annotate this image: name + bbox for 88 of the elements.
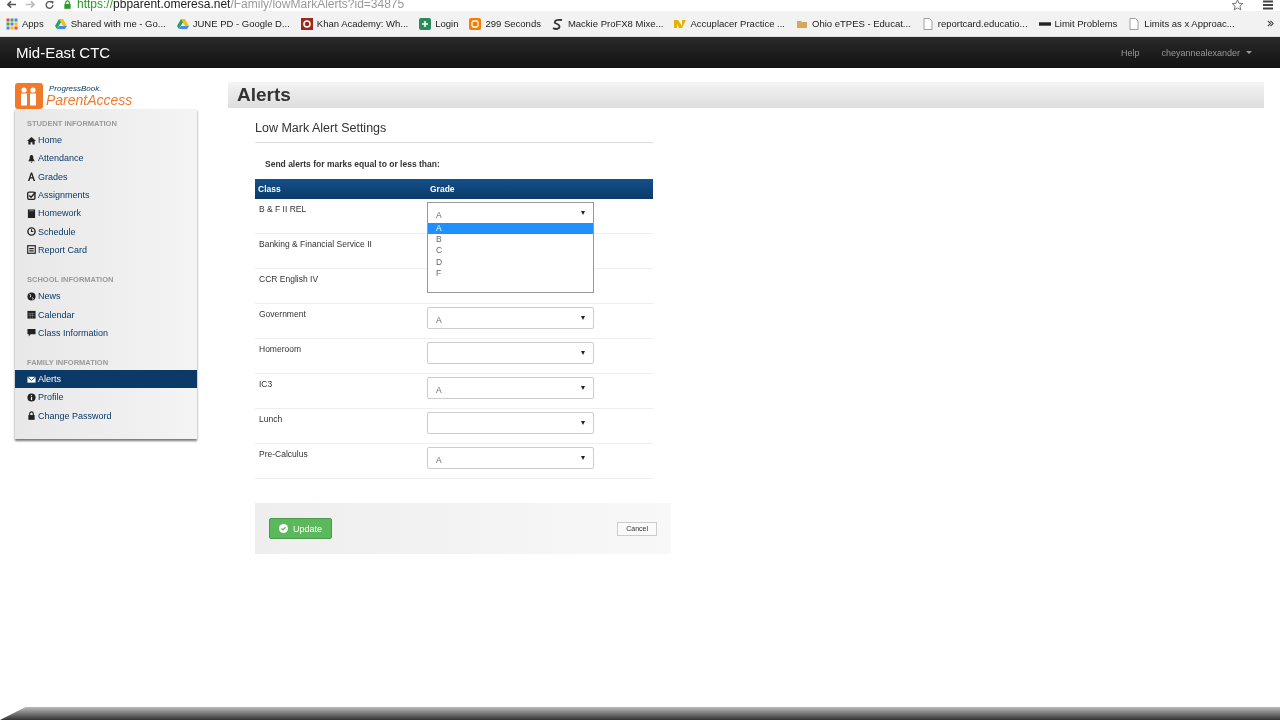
table-cell-text: Lunch bbox=[258, 413, 284, 426]
dropdown-arrow-icon bbox=[581, 456, 585, 460]
help-link[interactable]: Help bbox=[1120, 47, 1140, 58]
page-title: Alerts bbox=[237, 84, 291, 106]
sidebar-item[interactable]: Profile bbox=[15, 388, 197, 407]
dropdown-arrow-icon bbox=[581, 211, 585, 215]
speech-bubble-icon bbox=[27, 328, 36, 338]
calendar-icon bbox=[27, 310, 36, 319]
sidebar-item[interactable]: Home bbox=[15, 131, 197, 150]
info-icon bbox=[27, 392, 36, 402]
instructions: Send alerts for marks equal to or less than: bbox=[264, 158, 441, 171]
font-icon bbox=[27, 172, 36, 182]
table-cell-text: Government bbox=[258, 308, 307, 321]
sidebar-item[interactable]: Class Information bbox=[15, 323, 197, 342]
lock-icon bbox=[27, 411, 36, 421]
book-icon bbox=[27, 208, 36, 218]
envelope-icon bbox=[27, 374, 36, 384]
sidebar-item[interactable]: Grades bbox=[15, 167, 197, 186]
sidebar-item[interactable]: Assignments bbox=[15, 185, 197, 205]
table-cell-text: Homeroom bbox=[258, 343, 303, 356]
back-icon[interactable] bbox=[6, 0, 17, 9]
logo-subtitle: ProgressBook. bbox=[49, 84, 103, 93]
dropdown-arrow-icon bbox=[581, 421, 585, 425]
sidebar-item[interactable]: Change Password bbox=[15, 406, 197, 425]
dropdown-arrow-icon bbox=[581, 316, 585, 320]
bookmark[interactable]: reportcard.educatio... bbox=[921, 17, 1028, 30]
grade-select[interactable]: A bbox=[427, 307, 594, 329]
table-cell-text: B & F II REL bbox=[258, 203, 308, 216]
sidebar-item[interactable]: Alerts bbox=[15, 369, 197, 389]
page-icon bbox=[921, 17, 934, 30]
dropdown-arrow-icon bbox=[581, 386, 585, 390]
clock-icon bbox=[27, 227, 36, 237]
bookmark[interactable]: 299 Seconds bbox=[469, 17, 541, 30]
checkbox-icon bbox=[27, 190, 36, 200]
sidebar-item[interactable]: Calendar bbox=[15, 305, 197, 324]
bookmark[interactable]: Shared with me - Go... bbox=[54, 17, 166, 30]
bookmark-favicon bbox=[300, 17, 313, 30]
table-cell-text: CCR English IV bbox=[258, 273, 320, 286]
section-title: Low Mark Alert Settings bbox=[255, 108, 653, 143]
table-cell-text: IC3 bbox=[258, 378, 274, 391]
column-header: Class bbox=[257, 184, 282, 194]
bookmark[interactable]: Khan Academy: Wh... bbox=[300, 17, 409, 30]
globe-icon bbox=[27, 291, 36, 301]
dropdown-arrow-icon bbox=[581, 351, 585, 355]
bookmark[interactable]: Ohio eTPES - Educat... bbox=[796, 17, 911, 30]
home-icon bbox=[27, 135, 36, 145]
apps-grid-icon bbox=[6, 17, 18, 30]
bookmark[interactable]: JUNE PD - Google D... bbox=[176, 17, 290, 30]
more-bookmarks-icon[interactable] bbox=[1267, 20, 1274, 27]
dropdown-option[interactable]: F bbox=[428, 267, 593, 279]
blog-icon bbox=[469, 17, 482, 30]
page-icon bbox=[1128, 17, 1141, 30]
sidebar-item[interactable]: Report Card bbox=[15, 240, 197, 260]
site-title[interactable]: Mid-East CTC bbox=[16, 44, 111, 61]
grade-select[interactable]: A bbox=[427, 377, 594, 399]
check-circle-icon bbox=[279, 524, 288, 533]
drive-icon bbox=[54, 17, 67, 30]
dropdown-option[interactable]: C bbox=[428, 245, 593, 257]
sidebar-item[interactable]: Attendance bbox=[15, 149, 197, 168]
bookmark[interactable]: Limits as x Approac... bbox=[1128, 17, 1235, 30]
list-icon bbox=[27, 245, 36, 255]
grade-select[interactable]: A bbox=[427, 447, 594, 469]
family-logo-icon bbox=[15, 82, 43, 109]
bookmark[interactable]: Mackie ProFX8 Mixe... bbox=[551, 17, 664, 30]
drive-icon bbox=[176, 17, 189, 30]
bookmark[interactable]: Login bbox=[419, 17, 459, 30]
menu-icon[interactable] bbox=[1262, 0, 1274, 10]
reload-icon[interactable] bbox=[44, 0, 55, 10]
dropdown-option[interactable]: B bbox=[428, 234, 593, 246]
logo-title: ParentAccess bbox=[46, 92, 133, 107]
bookmark[interactable]: Apps bbox=[6, 17, 44, 30]
address-bar[interactable]: https://pbparent.omeresa.net/Family/lowMarkAlerts?id=34875 bbox=[63, 0, 1223, 10]
bookmark[interactable]: Limit Problems bbox=[1038, 17, 1118, 30]
table-cell-text: Pre-Calculus bbox=[258, 448, 309, 461]
bookmark[interactable]: Accuplacer Practice ... bbox=[674, 17, 785, 30]
table-cell-text: Banking & Financial Service II bbox=[258, 238, 373, 251]
sidebar-item[interactable]: Homework bbox=[15, 204, 197, 223]
sidebar-item[interactable]: News bbox=[15, 287, 197, 306]
swirl-icon bbox=[551, 17, 564, 30]
star-icon[interactable] bbox=[1231, 0, 1244, 11]
bookmark-favicon bbox=[674, 17, 687, 30]
bell-icon bbox=[27, 153, 36, 163]
bookmark-favicon bbox=[419, 17, 432, 30]
user-menu[interactable]: cheyannealexander bbox=[1161, 47, 1252, 58]
dropdown-option[interactable]: D bbox=[428, 256, 593, 268]
column-header: Grade bbox=[429, 184, 456, 194]
lock-icon bbox=[63, 0, 72, 9]
sidebar-item[interactable]: Schedule bbox=[15, 222, 197, 241]
